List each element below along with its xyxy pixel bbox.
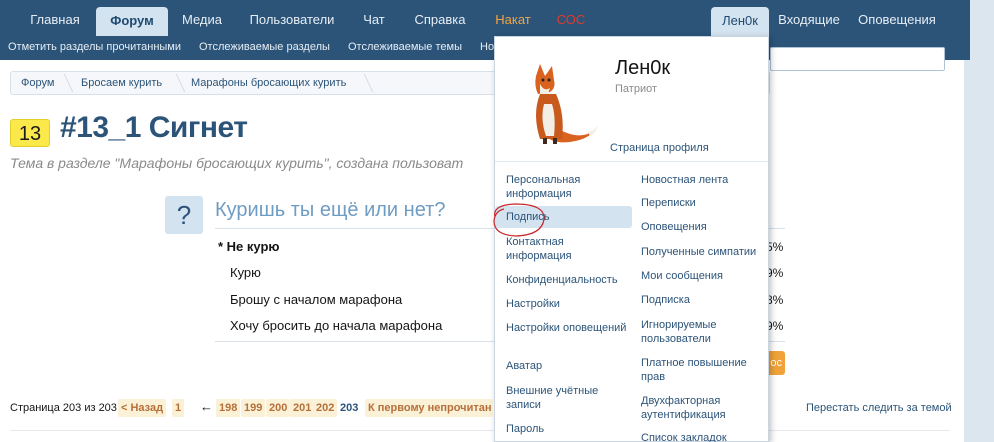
page-link-first[interactable]: 1	[172, 399, 185, 417]
first-unread-button[interactable]: К первому непрочитан	[365, 399, 493, 417]
fox-avatar-icon[interactable]	[510, 54, 604, 148]
tab-media[interactable]: Медиа	[172, 0, 232, 36]
breadcrumb-quit-smoking[interactable]: Бросаем курить	[81, 72, 162, 94]
menu-item-paid-upgrades[interactable]: Платное повышение прав	[641, 356, 766, 384]
page-link-current: 203	[340, 402, 359, 414]
breadcrumb-separator	[54, 74, 74, 92]
menu-item-conversations[interactable]: Переписки	[641, 196, 766, 210]
thread-prefix-badge: 13	[10, 119, 50, 147]
poll-option: Курю	[230, 265, 261, 280]
search-input[interactable]	[770, 47, 945, 71]
tab-inbox[interactable]: Входящие	[772, 0, 846, 36]
menu-item-likes-received[interactable]: Полученные симпатии	[641, 245, 766, 259]
new-posts-link[interactable]: Но	[480, 36, 494, 60]
background-decoration	[964, 0, 994, 442]
mark-forums-read-link[interactable]: Отметить разделы прочитанными	[8, 36, 181, 60]
menu-item-external-accounts[interactable]: Внешние учётные записи	[506, 384, 631, 412]
menu-item-privacy[interactable]: Конфиденциальность	[506, 273, 631, 287]
tab-user-account[interactable]: Лен0к	[711, 7, 769, 36]
tab-help[interactable]: Справка	[404, 0, 476, 36]
menu-item-alerts[interactable]: Оповещения	[641, 220, 766, 234]
user-account-menu: Лен0к Патриот Страница профиля Персональ…	[493, 36, 769, 442]
prev-page-button[interactable]: < Назад	[118, 399, 167, 417]
breadcrumb-separator	[166, 74, 186, 92]
thread-subtitle: Тема в разделе "Марафоны бросающих курит…	[10, 155, 464, 171]
menu-item-alert-settings[interactable]: Настройки оповещений	[506, 321, 631, 335]
poll-question: Куришь ты ещё или нет?	[215, 199, 446, 221]
page-title: #13_1 Сигнет	[60, 111, 248, 144]
poll-option: Брошу с началом марафона	[230, 292, 403, 307]
menu-item-news-feed[interactable]: Новостная лента	[641, 173, 766, 187]
tab-chat[interactable]: Чат	[352, 0, 396, 36]
menu-item-settings[interactable]: Настройки	[506, 297, 631, 311]
menu-item-personal-info[interactable]: Персональная информация	[506, 173, 631, 201]
watched-threads-link[interactable]: Отслеживаемые темы	[348, 36, 462, 60]
profile-page-link[interactable]: Страница профиля	[610, 142, 709, 154]
page-link[interactable]: 198	[216, 399, 241, 417]
page-link[interactable]: 200	[266, 399, 291, 417]
menu-item-contact-info[interactable]: Контактная информация	[506, 235, 631, 263]
tab-users[interactable]: Пользователи	[240, 0, 344, 36]
top-navigation: Главная Форум Медиа Пользователи Чат Спр…	[0, 0, 970, 36]
tab-home[interactable]: Главная	[20, 0, 90, 36]
divider	[10, 430, 950, 431]
menu-item-avatar[interactable]: Аватар	[506, 359, 631, 373]
poll-option: * Не курю	[218, 239, 280, 254]
poll-option: Хочу бросить до начала марафона	[230, 318, 443, 333]
question-icon: ?	[165, 196, 203, 234]
page-link[interactable]: 201	[290, 399, 315, 417]
left-arrow-icon: ←	[200, 399, 213, 414]
menu-item-signature[interactable]: Подпись	[495, 206, 632, 228]
breadcrumb-separator	[354, 74, 374, 92]
page-link[interactable]: 199	[241, 399, 266, 417]
menu-item-bookmarks[interactable]: Список закладок	[641, 431, 766, 442]
menu-divider	[495, 161, 768, 162]
menu-user-title: Патриот	[615, 83, 657, 95]
tab-sos[interactable]: СОС	[550, 0, 592, 36]
page-indicator: Страница 203 из 203	[10, 402, 117, 414]
breadcrumb-forum[interactable]: Форум	[21, 72, 54, 94]
menu-item-ignored-users[interactable]: Игнорируемые пользователи	[641, 318, 766, 346]
menu-item-two-step[interactable]: Двухфакторная аутентификация	[641, 394, 766, 422]
watched-forums-link[interactable]: Отслеживаемые разделы	[199, 36, 330, 60]
menu-username[interactable]: Лен0к	[615, 57, 670, 80]
menu-item-subscription[interactable]: Подписка	[641, 293, 766, 307]
tab-nakat[interactable]: Накат	[484, 0, 542, 36]
tab-alerts[interactable]: Оповещения	[852, 0, 942, 36]
menu-item-password[interactable]: Пароль	[506, 422, 631, 436]
breadcrumb-marathons[interactable]: Марафоны бросающих курить	[191, 72, 346, 94]
page-link[interactable]: 202	[313, 399, 338, 417]
stop-following-link[interactable]: Перестать следить за темой	[806, 402, 952, 414]
menu-item-my-posts[interactable]: Мои сообщения	[641, 269, 766, 283]
tab-forum[interactable]: Форум	[96, 7, 168, 36]
